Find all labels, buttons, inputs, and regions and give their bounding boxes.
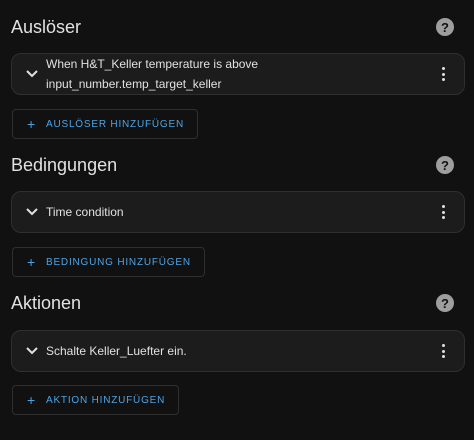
trigger-card[interactable]: When H&T_Keller temperature is above inp…	[11, 53, 465, 95]
add-action-button[interactable]: + AKTION HINZUFÜGEN	[12, 385, 180, 415]
action-description: Schalte Keller_Luefter ein.	[46, 344, 187, 358]
trigger-description: When H&T_Keller temperature is above inp…	[46, 54, 436, 94]
help-icon[interactable]: ?	[436, 294, 454, 312]
plus-icon: +	[27, 116, 36, 132]
triggers-header: Auslöser ?	[11, 12, 463, 42]
actions-header: Aktionen ?	[11, 288, 463, 318]
actions-title: Aktionen	[11, 292, 82, 313]
conditions-title: Bedingungen	[11, 154, 118, 175]
help-icon[interactable]: ?	[436, 18, 454, 36]
dots-vertical-icon[interactable]	[436, 202, 450, 222]
trigger-description-line1: When H&T_Keller temperature is above	[46, 57, 259, 71]
condition-card[interactable]: Time condition	[11, 191, 465, 233]
dots-vertical-icon[interactable]	[436, 64, 450, 84]
triggers-title: Auslöser	[11, 16, 82, 37]
chevron-down-icon[interactable]	[24, 66, 40, 82]
add-condition-label: BEDINGUNG HINZUFÜGEN	[45, 256, 191, 268]
add-trigger-label: AUSLÖSER HINZUFÜGEN	[45, 118, 184, 130]
chevron-down-icon[interactable]	[24, 343, 40, 359]
dots-vertical-icon[interactable]	[436, 341, 450, 361]
plus-icon: +	[27, 392, 36, 408]
condition-description: Time condition	[46, 205, 124, 219]
trigger-description-line2: input_number.temp_target_keller	[46, 77, 222, 91]
action-card[interactable]: Schalte Keller_Luefter ein.	[11, 330, 465, 372]
add-action-label: AKTION HINZUFÜGEN	[45, 394, 166, 406]
help-icon[interactable]: ?	[436, 156, 454, 174]
add-condition-button[interactable]: + BEDINGUNG HINZUFÜGEN	[12, 247, 205, 277]
chevron-down-icon[interactable]	[24, 204, 40, 220]
conditions-header: Bedingungen ?	[11, 150, 463, 180]
add-trigger-button[interactable]: + AUSLÖSER HINZUFÜGEN	[12, 109, 198, 139]
plus-icon: +	[27, 254, 36, 270]
